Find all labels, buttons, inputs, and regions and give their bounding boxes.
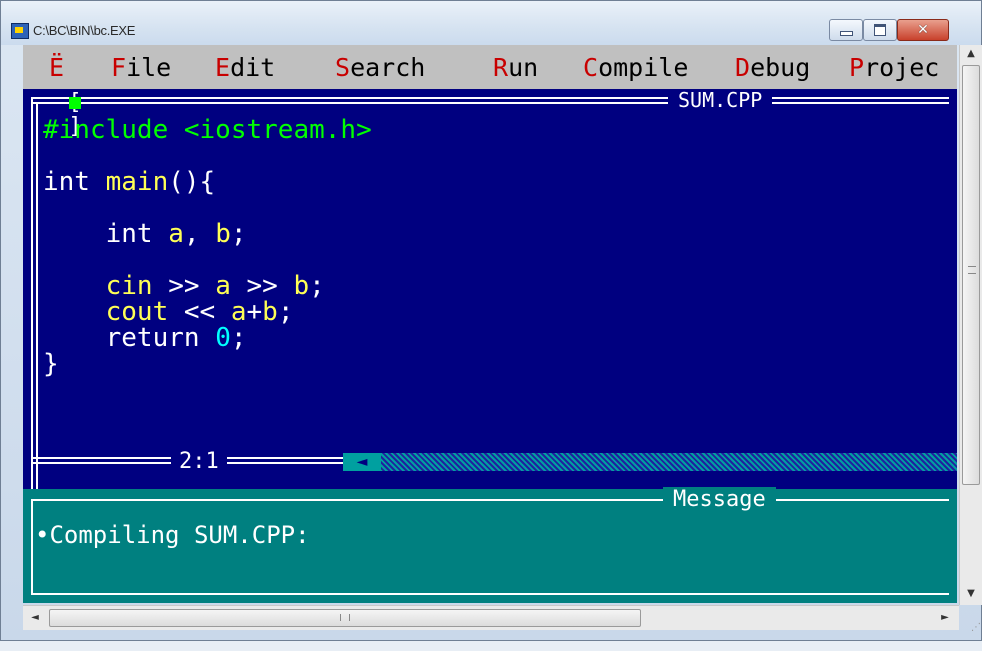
editor-status-line: 2:1 ◄ (23, 449, 957, 475)
scroll-down-icon[interactable]: ▼ (960, 585, 982, 603)
menu-label: rojec (864, 53, 940, 82)
menu-hotkey: P (849, 53, 865, 82)
editor-window[interactable]: [ ] SUM.CPP #include <iostream.h> int mai… (23, 89, 957, 495)
code-token: int (43, 219, 169, 249)
message-frame-line (31, 593, 949, 595)
menu-label: earch (350, 53, 426, 82)
code-line: int main(){ (43, 169, 372, 195)
code-token: ; (277, 297, 294, 327)
menu-label: ile (126, 53, 172, 82)
app-window: C:\BC\BIN\bc.EXE ✕ Ë File Edit Search Run Com… (0, 0, 982, 641)
menu-hotkey: F (111, 53, 127, 82)
editor-horizontal-scrollbar[interactable]: ◄ (343, 453, 957, 471)
horizontal-scrollbar[interactable]: ◄ ► (23, 605, 959, 630)
code-line: #include <iostream.h> (43, 117, 372, 143)
menu-item-0[interactable]: Ë (49, 53, 64, 82)
code-token: + (246, 297, 263, 327)
minimize-icon (839, 30, 853, 36)
message-text: •Compiling SUM.CPP: (35, 521, 310, 549)
menu-hotkey: R (493, 53, 509, 82)
code-token: ; (230, 219, 247, 249)
menu-hotkey: E (215, 53, 231, 82)
code-token: 0 (215, 323, 231, 353)
code-token: ; (309, 271, 325, 301)
window-title: C:\BC\BIN\bc.EXE (33, 23, 136, 38)
editor-close-box[interactable]: [ ] (61, 91, 89, 139)
vertical-scrollbar[interactable]: ▲ ▼ (959, 45, 982, 605)
minimize-button[interactable] (829, 19, 863, 41)
app-icon[interactable] (11, 23, 29, 39)
menu-label: un (508, 53, 539, 82)
horizontal-scroll-thumb[interactable] (49, 609, 641, 627)
menu-hotkey: Ë (49, 53, 65, 82)
code-token: main (105, 167, 169, 197)
menu-hotkey: S (335, 53, 351, 82)
code-token: return (43, 323, 216, 353)
cursor-position: 2:1 (171, 449, 227, 475)
menu-item-6[interactable]: Debug (735, 53, 810, 82)
code-line: int a, b; (43, 221, 372, 247)
size-grip-icon[interactable]: ⋰ (959, 605, 981, 635)
code-area[interactable]: #include <iostream.h> int main(){ int a, … (43, 117, 372, 377)
menu-item-7[interactable]: Projec (849, 53, 939, 82)
code-token: } (43, 349, 59, 379)
maximize-button[interactable] (863, 19, 897, 41)
code-token: , (183, 219, 216, 249)
code-token: ; (230, 323, 247, 353)
editor-filename: SUM.CPP (668, 89, 773, 111)
menu-label: dit (230, 53, 276, 82)
close-icon: ✕ (917, 22, 929, 38)
grip-icon (340, 614, 350, 621)
code-token: a (168, 219, 184, 249)
menu-label: ebug (750, 53, 811, 82)
menu-bar: Ë File Edit Search Run Compile Debug Projec (23, 45, 957, 89)
menu-item-3[interactable]: Search (335, 53, 425, 82)
menu-label: ompile (598, 53, 689, 82)
code-token: b (215, 219, 231, 249)
code-line: cout << a+b; (43, 299, 372, 325)
scroll-up-icon[interactable]: ▲ (960, 45, 982, 63)
message-frame-line (31, 499, 949, 501)
message-frame-line (31, 499, 33, 595)
code-line: cin >> a >> b; (43, 273, 372, 299)
close-box-indicator (69, 97, 81, 109)
code-token: (){ (168, 167, 216, 197)
frame-left-line (31, 97, 33, 495)
message-pane-title: Message (663, 487, 776, 513)
menu-item-4[interactable]: Run (493, 53, 538, 82)
code-line: return 0; (43, 325, 372, 351)
message-pane[interactable]: Message •Compiling SUM.CPP: (23, 487, 957, 603)
grip-icon (968, 266, 976, 274)
scroll-left-icon[interactable]: ◄ (25, 609, 45, 627)
maximize-icon (874, 24, 886, 36)
menu-item-1[interactable]: File (111, 53, 171, 82)
vertical-scroll-thumb[interactable] (962, 65, 980, 485)
frame-top-line (31, 102, 949, 104)
editor-scroll-left-icon[interactable]: ◄ (343, 453, 381, 471)
menu-hotkey: C (583, 53, 599, 82)
scroll-right-icon[interactable]: ► (935, 609, 955, 627)
code-token: b (262, 297, 278, 327)
frame-top-line (31, 97, 949, 99)
code-token: int (43, 167, 106, 197)
code-token: #include <iostream.h> (43, 115, 372, 145)
code-token: b (293, 271, 310, 301)
frame-left-line (36, 102, 38, 490)
title-bar[interactable]: C:\BC\BIN\bc.EXE ✕ (1, 1, 981, 45)
menu-hotkey: D (735, 53, 751, 82)
menu-item-5[interactable]: Compile (583, 53, 688, 82)
close-button[interactable]: ✕ (897, 19, 949, 41)
dos-console[interactable]: Ë File Edit Search Run Compile Debug Projec [ ]… (23, 45, 957, 603)
menu-item-2[interactable]: Edit (215, 53, 275, 82)
code-line: } (43, 351, 372, 377)
